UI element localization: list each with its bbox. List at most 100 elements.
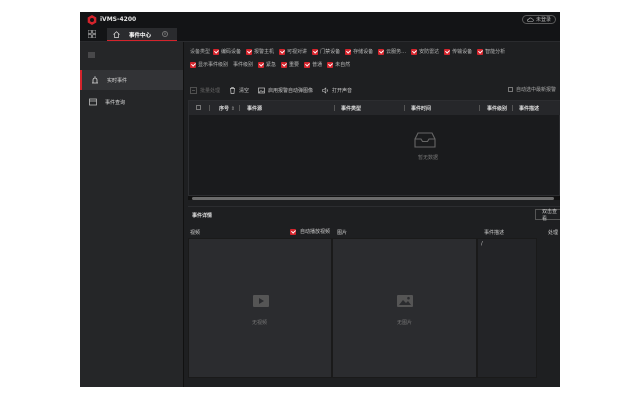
- device-type-label: 设备类型: [190, 49, 211, 55]
- filter-urgent[interactable]: 紧急: [258, 61, 276, 68]
- filter-label: 门禁设备: [320, 49, 341, 55]
- batch-handle-icon: [190, 86, 197, 94]
- checkbox-checked[interactable]: [411, 48, 418, 55]
- speaker-icon: [322, 86, 328, 94]
- event-level-label: 事件级别: [233, 61, 253, 68]
- sidebar-item-realtime-events[interactable]: 实时事件: [80, 70, 183, 90]
- auto-popup-image-label: 启用报警自动弹图像: [268, 87, 314, 94]
- detail-view-button[interactable]: 双击查看: [535, 209, 560, 222]
- column-index[interactable]: 序号 ⇕: [219, 105, 235, 112]
- filter-important[interactable]: 重要: [281, 61, 299, 68]
- column-divider: [239, 105, 240, 111]
- scrollbar-thumb[interactable]: [192, 196, 554, 200]
- filter-label: 智能分析: [485, 49, 506, 55]
- event-detail-title: 事件详情: [192, 213, 213, 219]
- app-title: iVMS-4200: [100, 16, 137, 23]
- column-event-desc[interactable]: 事件描述: [519, 105, 539, 112]
- alarm-bell-icon: [92, 76, 98, 84]
- event-search-icon: [89, 98, 97, 106]
- filter-label: 紧急: [266, 62, 277, 68]
- handle-label: 处理: [548, 230, 559, 236]
- column-event-time[interactable]: 事件时间: [411, 105, 431, 112]
- column-divider: [334, 105, 335, 111]
- tab-label: 事件中心: [129, 33, 152, 39]
- checkbox-checked[interactable]: [281, 61, 288, 68]
- no-picture-text: 无图片: [397, 320, 413, 326]
- picture-icon: [397, 295, 413, 307]
- filter-normal[interactable]: 普通: [304, 61, 322, 68]
- tab-event-center[interactable]: 事件中心 ×: [107, 28, 177, 41]
- app-window: iVMS-4200 未登录 事件中心 × 实时事件 事件查询 设备类型 编码设备…: [80, 12, 560, 387]
- filter-label: 存储设备: [353, 49, 374, 55]
- checkbox-checked[interactable]: [246, 48, 253, 55]
- column-event-level[interactable]: 事件级别: [487, 105, 507, 112]
- event-desc-label: 事件描述: [484, 230, 505, 236]
- image-popup-icon: [258, 87, 265, 93]
- event-desc-panel: /: [477, 238, 537, 378]
- batch-handle-button[interactable]: 批量处理: [190, 86, 220, 94]
- cloud-login-button[interactable]: 未登录: [522, 15, 556, 24]
- filter-undefined[interactable]: 未自然: [327, 61, 350, 68]
- grid-menu-icon[interactable]: [88, 30, 96, 38]
- checkbox-checked[interactable]: [345, 48, 352, 55]
- collapse-menu-icon[interactable]: [88, 52, 95, 58]
- select-all-checkbox[interactable]: [196, 105, 201, 110]
- sidebar-item-event-search[interactable]: 事件查询: [80, 92, 183, 112]
- tab-close-icon[interactable]: ×: [162, 31, 168, 37]
- column-divider: [512, 105, 513, 111]
- column-event-type[interactable]: 事件类型: [341, 105, 361, 112]
- video-panel[interactable]: 无视频: [188, 238, 332, 378]
- column-label: 序号: [219, 106, 230, 112]
- filter-smart-analysis[interactable]: 智能分析: [477, 48, 505, 55]
- auto-select-latest[interactable]: 自动选中最新报警: [507, 86, 556, 93]
- checkbox-checked[interactable]: [213, 48, 220, 55]
- sidebar-item-label: 实时事件: [107, 78, 128, 84]
- checkbox-checked[interactable]: [327, 61, 334, 68]
- checkbox-unchecked[interactable]: [507, 87, 513, 92]
- filter-label: 重要: [289, 62, 300, 68]
- checkbox-checked[interactable]: [279, 48, 286, 55]
- auto-popup-image-button[interactable]: 启用报警自动弹图像: [258, 87, 313, 94]
- filter-security-radar[interactable]: 安防雷达: [411, 48, 439, 55]
- checkbox-checked[interactable]: [290, 228, 296, 235]
- trash-icon: [230, 86, 236, 94]
- filter-access-control[interactable]: 门禁设备: [312, 48, 340, 55]
- filter-label: 报警主机: [254, 49, 275, 55]
- tab-bar: 事件中心 ×: [80, 28, 560, 42]
- filter-encoding-device[interactable]: 编码设备: [213, 48, 241, 55]
- sort-icon[interactable]: ⇕: [231, 106, 235, 112]
- column-event-source[interactable]: 事件源: [247, 105, 262, 112]
- clear-button[interactable]: 清空: [229, 86, 250, 94]
- filter-label: 可视对讲: [287, 49, 308, 55]
- checkbox-checked[interactable]: [477, 48, 484, 55]
- checkbox-checked[interactable]: [304, 61, 311, 68]
- sound-button[interactable]: 打开声音: [322, 86, 353, 94]
- horizontal-scrollbar[interactable]: [188, 196, 560, 200]
- checkbox-checked[interactable]: [378, 48, 385, 55]
- checkbox-checked[interactable]: [444, 48, 451, 55]
- column-divider: [479, 105, 480, 111]
- main-content: 设备类型 编码设备 报警主机 可视对讲 门禁设备 存储设备 云服务… 安防雷达 …: [184, 42, 560, 387]
- filter-show-level[interactable]: 显示事件级别: [190, 61, 228, 68]
- filter-label: 云服务…: [386, 49, 407, 55]
- autoplay-toggle[interactable]: 自动播放视频: [290, 228, 330, 235]
- filter-cloud-service[interactable]: 云服务…: [378, 48, 406, 55]
- filter-intercom[interactable]: 可视对讲: [279, 48, 307, 55]
- video-player-icon: [253, 295, 269, 307]
- filter-row-device-type: 设备类型 编码设备 报警主机 可视对讲 门禁设备 存储设备 云服务… 安防雷达 …: [190, 48, 510, 55]
- cloud-login-label: 未登录: [535, 17, 551, 23]
- home-icon: [113, 31, 120, 38]
- filter-transmission-device[interactable]: 传输设备: [444, 48, 472, 55]
- auto-select-label: 自动选中最新报警: [515, 87, 556, 93]
- no-video-text: 无视频: [252, 320, 268, 326]
- empty-text: 暂无数据: [418, 155, 439, 161]
- checkbox-checked[interactable]: [312, 48, 319, 55]
- filter-storage-device[interactable]: 存储设备: [345, 48, 373, 55]
- checkbox-checked[interactable]: [258, 61, 265, 68]
- checkbox-checked[interactable]: [190, 61, 196, 68]
- filter-alarm-host[interactable]: 报警主机: [246, 48, 274, 55]
- sound-label: 打开声音: [332, 87, 353, 94]
- column-divider: [209, 105, 210, 111]
- picture-panel[interactable]: 无图片: [332, 238, 477, 378]
- clear-label: 清空: [239, 87, 250, 94]
